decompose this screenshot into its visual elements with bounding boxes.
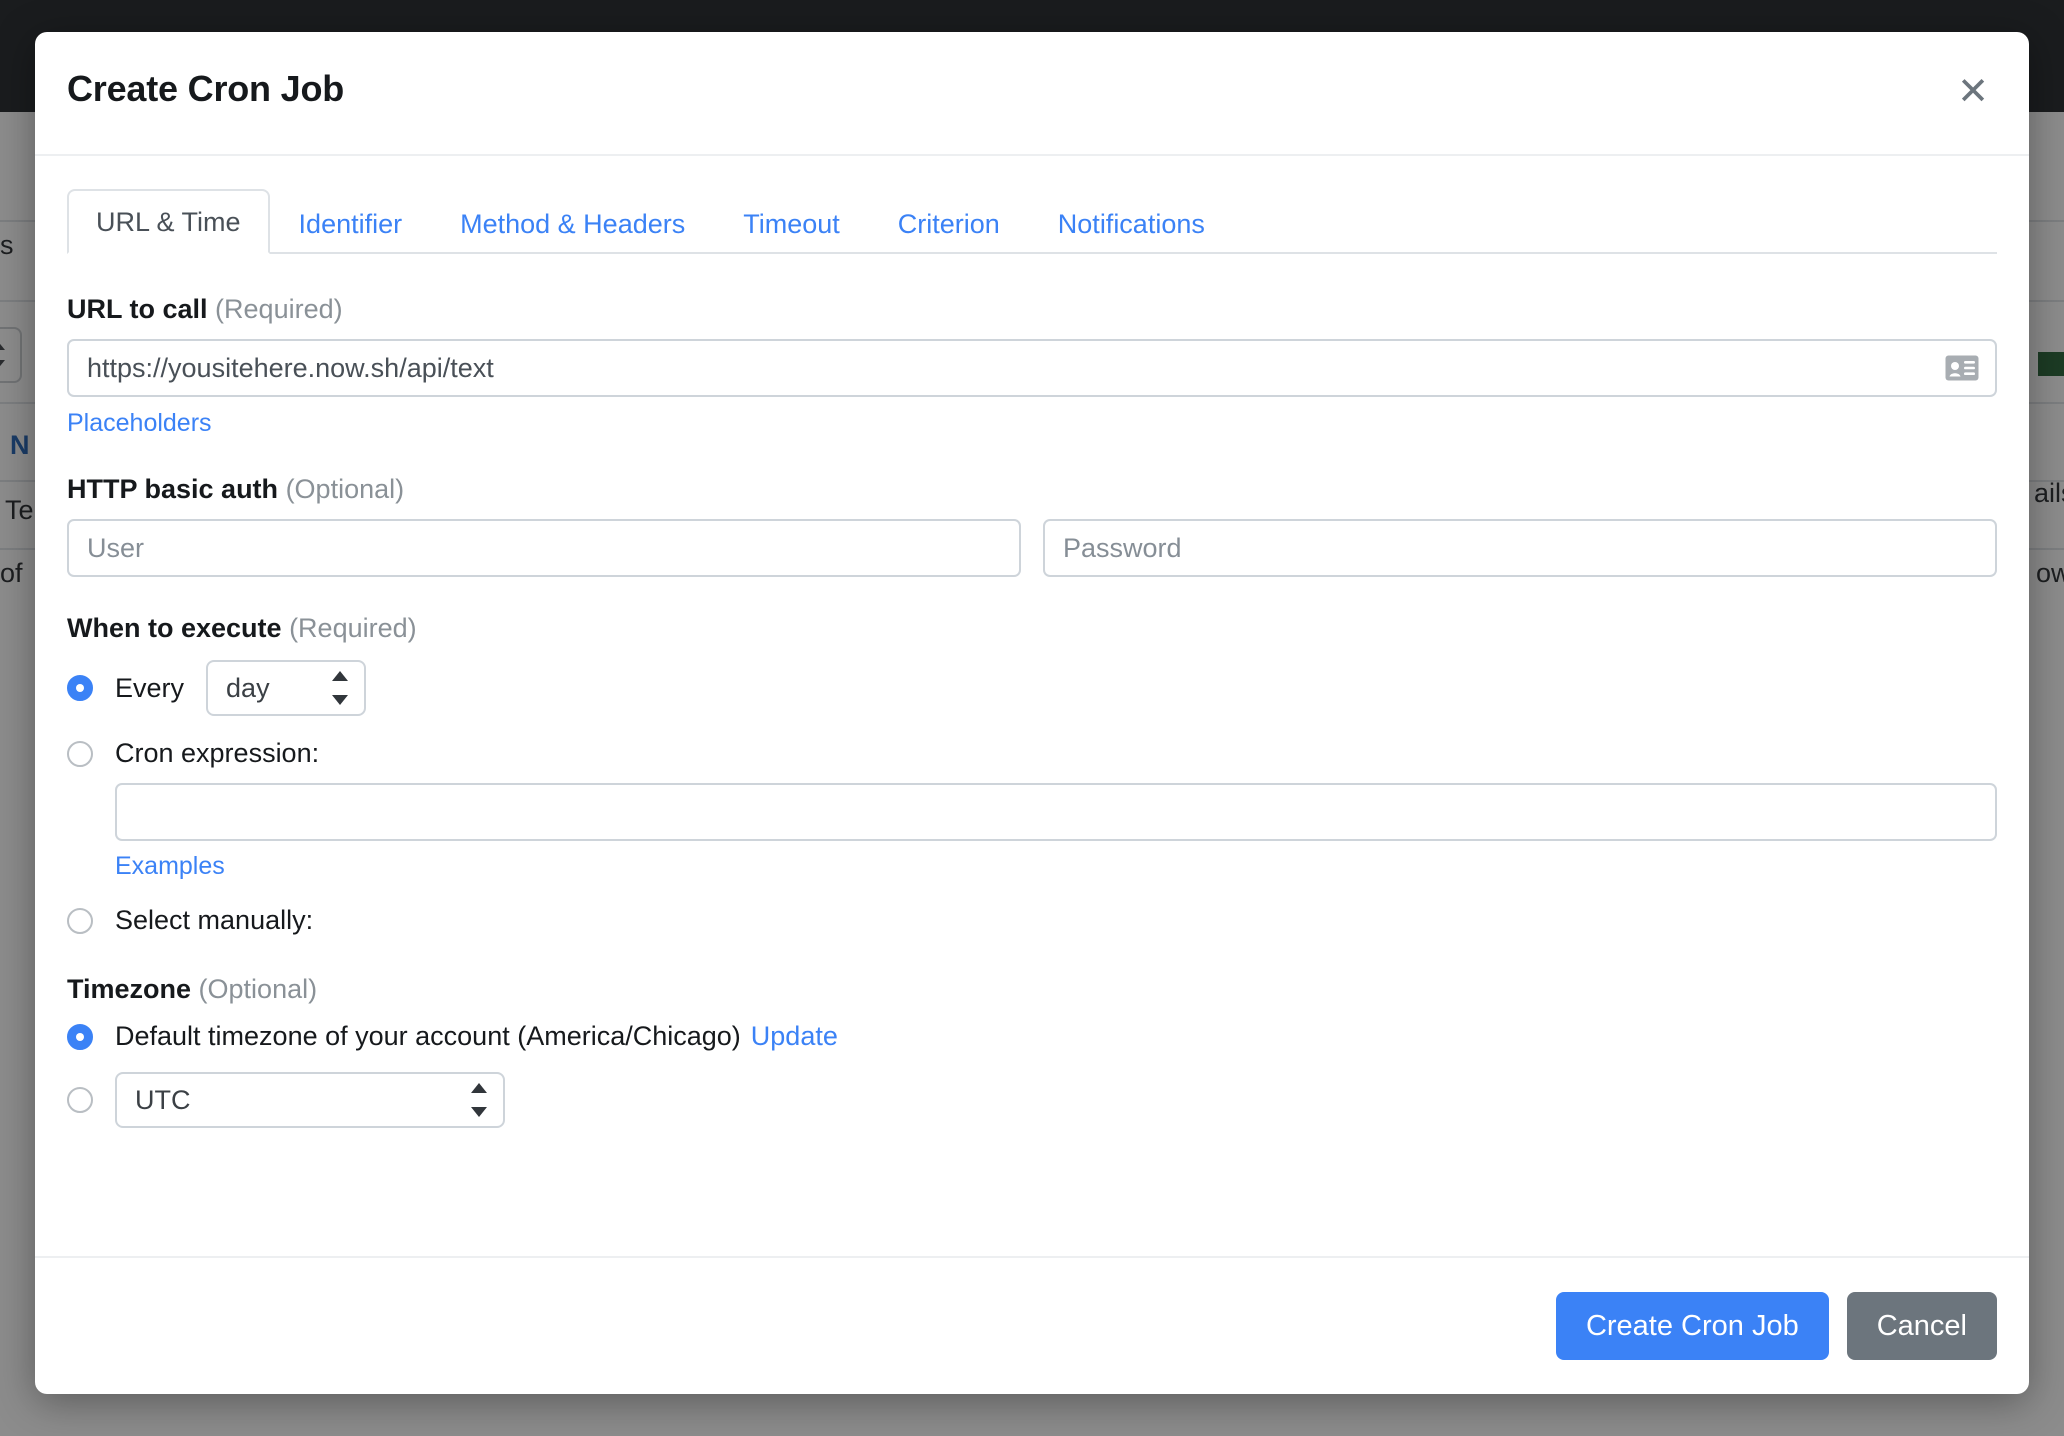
auth-user-input[interactable] — [67, 519, 1021, 577]
dialog-body: URL & Time Identifier Method & Headers T… — [35, 156, 2029, 1256]
auth-label-optional: (Optional) — [285, 474, 405, 504]
select-arrows-icon — [332, 671, 349, 705]
timezone-update-link[interactable]: Update — [751, 1021, 838, 1052]
radio-every[interactable] — [67, 675, 93, 701]
placeholders-link[interactable]: Placeholders — [67, 409, 212, 438]
auth-label-text: HTTP basic auth — [67, 474, 279, 504]
dialog-title: Create Cron Job — [67, 68, 345, 109]
interval-select[interactable]: day — [206, 660, 367, 716]
option-every-row: Every day — [67, 660, 1997, 716]
close-icon[interactable]: ✕ — [1945, 64, 2001, 120]
examples-link[interactable]: Examples — [115, 852, 225, 881]
auth-field-label: HTTP basic auth (Optional) — [67, 474, 1997, 505]
create-cron-job-dialog: Create Cron Job ✕ URL & Time Identifier … — [35, 32, 2029, 1394]
timezone-default-row: Default timezone of your account (Americ… — [67, 1021, 1997, 1052]
option-cron-label: Cron expression: — [115, 738, 320, 768]
contact-card-icon[interactable] — [1945, 355, 1979, 381]
interval-select-value: day — [226, 673, 270, 703]
cancel-button[interactable]: Cancel — [1846, 1292, 1997, 1360]
option-cron-row: Cron expression: — [67, 738, 1997, 769]
url-and-time-panel: URL to call (Required) Placeh — [67, 254, 1997, 1128]
tab-url-and-time[interactable]: URL & Time — [67, 188, 270, 254]
option-manual-label: Select manually: — [115, 905, 314, 935]
option-manual-row: Select manually: — [67, 905, 1997, 936]
option-every-label: Every — [115, 672, 185, 703]
cron-expression-input[interactable] — [115, 783, 1997, 841]
tab-criterion[interactable]: Criterion — [869, 191, 1029, 254]
url-input-wrapper — [67, 339, 1997, 397]
url-input[interactable] — [67, 339, 1997, 397]
timezone-select[interactable]: UTC — [115, 1072, 505, 1128]
timezone-select-value: UTC — [135, 1085, 191, 1115]
tab-method-and-headers[interactable]: Method & Headers — [431, 191, 714, 254]
when-field-label: When to execute (Required) — [67, 613, 1997, 644]
timezone-label-text: Timezone — [67, 974, 192, 1004]
timezone-field-label: Timezone (Optional) — [67, 974, 1997, 1005]
timezone-custom-row: UTC — [67, 1072, 1997, 1128]
tab-identifier[interactable]: Identifier — [270, 191, 432, 254]
create-cron-job-button[interactable]: Create Cron Job — [1555, 1292, 1829, 1360]
dialog-header: Create Cron Job ✕ — [35, 32, 2029, 156]
timezone-default-label: Default timezone of your account (Americ… — [115, 1021, 741, 1051]
url-label-required: (Required) — [215, 294, 343, 324]
radio-select-manually[interactable] — [67, 907, 93, 934]
tab-notifications[interactable]: Notifications — [1029, 191, 1234, 254]
timezone-label-optional: (Optional) — [198, 974, 318, 1004]
when-label-text: When to execute — [67, 613, 282, 643]
tab-bar: URL & Time Identifier Method & Headers T… — [67, 188, 1997, 254]
dialog-footer: Create Cron Job Cancel — [35, 1256, 2029, 1394]
radio-cron-expression[interactable] — [67, 740, 93, 767]
tab-timeout[interactable]: Timeout — [714, 191, 869, 254]
auth-password-input[interactable] — [1043, 519, 1997, 577]
when-label-required: (Required) — [289, 613, 417, 643]
select-arrows-icon — [471, 1083, 487, 1117]
auth-inputs-row — [67, 519, 1997, 577]
radio-timezone-default[interactable] — [67, 1023, 93, 1050]
url-field-label: URL to call (Required) — [67, 294, 1997, 325]
url-label-text: URL to call — [67, 294, 208, 324]
radio-timezone-custom[interactable] — [67, 1087, 93, 1113]
